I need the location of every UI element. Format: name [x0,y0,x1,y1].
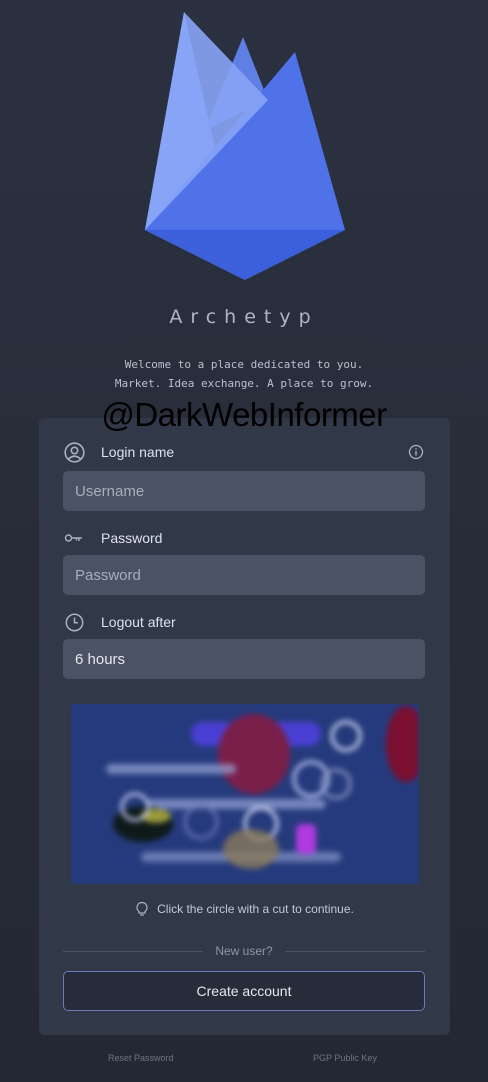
reset-password-link[interactable]: Reset Password [108,1053,174,1063]
logout-after-label: Logout after [101,614,176,630]
username-input[interactable] [63,471,425,511]
tagline-line-2: Market. Idea exchange. A place to grow. [114,377,374,390]
tagline: Welcome to a place dedicated to you. Mar… [0,355,488,393]
password-label-row: Password [63,527,162,549]
brand-name: Archetyp [169,306,319,328]
lightbulb-icon [135,901,149,917]
create-account-button[interactable]: Create account [63,971,425,1011]
watermark: @DarkWebInformer [101,396,387,433]
key-icon [63,527,85,549]
logout-after-select[interactable]: 6 hours [63,639,425,679]
login-card: Login name Password Logout after 6 hours [39,418,450,1035]
captcha-hint: Click the circle with a cut to continue. [39,901,450,917]
login-name-label-row: Login name [63,441,174,463]
tagline-line-1: Welcome to a place dedicated to you. [124,358,364,371]
password-input[interactable] [63,555,425,595]
captcha-image[interactable] [71,704,419,884]
archetyp-logo [145,12,345,280]
password-label: Password [101,530,163,546]
new-user-divider: New user? [63,944,426,958]
login-name-label: Login name [101,444,175,460]
new-user-text: New user? [215,944,273,958]
divider-line-right [284,950,426,952]
pgp-public-key-link[interactable]: PGP Public Key [313,1053,377,1063]
user-circle-icon [63,441,85,463]
info-icon[interactable] [408,444,424,460]
clock-icon [63,611,85,633]
captcha-hint-text: Click the circle with a cut to continue. [157,902,354,916]
logout-after-value: 6 hours [75,650,126,668]
logout-after-label-row: Logout after [63,611,176,633]
divider-line-left [63,950,204,952]
